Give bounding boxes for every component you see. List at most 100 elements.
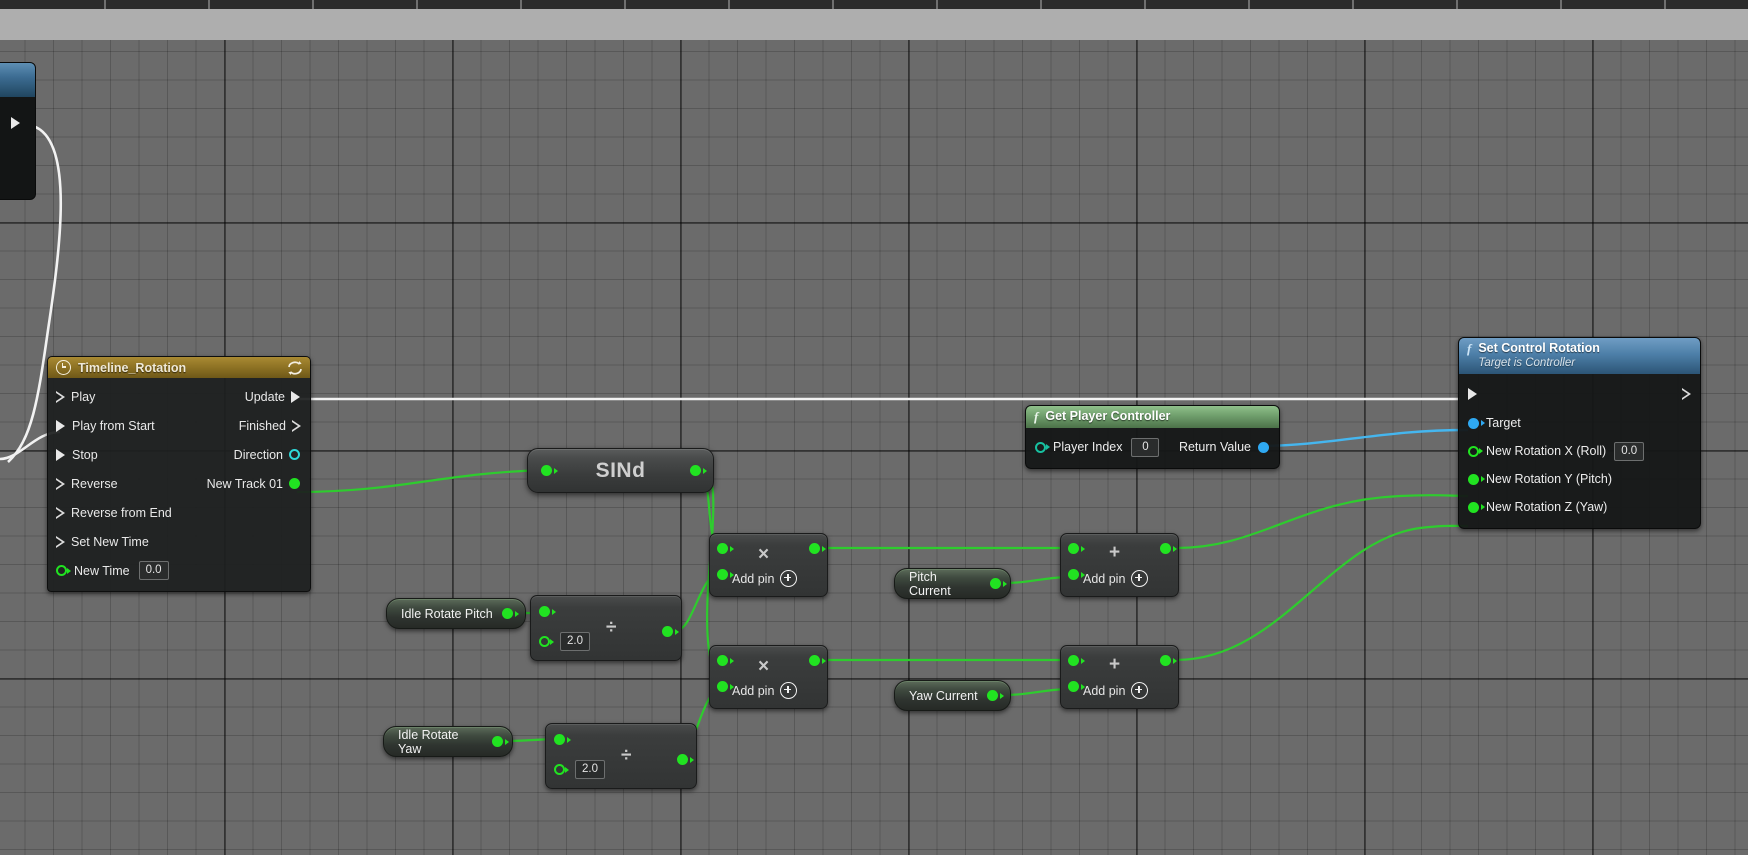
data-out-pin[interactable] [809, 655, 820, 666]
pin-label-target: Target [1486, 416, 1521, 430]
node-divide-pitch[interactable]: ÷ 2.0 [530, 595, 682, 661]
timeline-row-play-from-start[interactable]: Play from Start Finished [48, 411, 310, 440]
add-pin-control[interactable]: Add pin [732, 682, 798, 699]
row-exec[interactable] [1459, 379, 1700, 409]
data-in-pin-b[interactable] [1068, 569, 1079, 580]
data-in-pin-target[interactable] [1468, 417, 1479, 429]
pin-label-reverse-from-end: Reverse from End [71, 505, 172, 520]
data-in-pin-a[interactable] [554, 734, 565, 745]
node-sind[interactable]: SINd [527, 448, 714, 493]
data-out-pin-sind[interactable] [690, 465, 701, 476]
data-out-pin[interactable] [1160, 543, 1171, 554]
data-in-pin-b[interactable] [717, 681, 728, 692]
divide-yaw-value-field[interactable]: 2.0 [575, 760, 605, 779]
exec-in-pin-set-new-time[interactable] [56, 535, 65, 548]
data-in-pin-a[interactable] [1068, 655, 1079, 666]
exec-out-pin-update[interactable] [291, 390, 300, 403]
timeline-row-play[interactable]: Play Update [48, 382, 310, 411]
data-out-pin-new-track-01[interactable] [289, 478, 300, 489]
multiply-operator-icon: × [758, 656, 770, 677]
data-out-pin[interactable] [501, 608, 513, 619]
data-out-pin[interactable] [1160, 655, 1171, 666]
timeline-row-new-time[interactable]: New Time 0.0 [48, 556, 310, 585]
data-in-pin-new-rotation-y[interactable] [1468, 473, 1479, 485]
data-in-pin-b[interactable] [1068, 681, 1079, 692]
exec-out-pin[interactable] [1682, 388, 1691, 400]
data-out-pin-direction[interactable] [289, 449, 300, 460]
node-var-pitch-current[interactable]: Pitch Current [894, 568, 1011, 599]
offscreen-node-header [0, 63, 35, 97]
row-player-index[interactable]: Player Index 0 Return Value [1026, 433, 1279, 461]
offscreen-event-node[interactable] [0, 62, 36, 200]
data-in-pin-b[interactable] [717, 569, 728, 580]
timeline-row-reverse-from-end[interactable]: Reverse from End [48, 498, 310, 527]
add-pin-control[interactable]: Add pin [732, 570, 798, 587]
timeline-row-stop[interactable]: Stop Direction [48, 440, 310, 469]
set-control-rotation-body: Target New Rotation X (Roll) 0.0 New Rot… [1459, 374, 1700, 528]
new-time-value-field[interactable]: 0.0 [138, 561, 169, 580]
data-in-pin-a[interactable] [539, 606, 550, 617]
divide-pitch-value-field[interactable]: 2.0 [560, 632, 590, 651]
data-out-pin[interactable] [990, 578, 1001, 589]
new-rotation-x-value-field[interactable]: 0.0 [1614, 441, 1645, 461]
node-multiply-yaw[interactable]: × Add pin [709, 645, 828, 709]
pin-label-play: Play [71, 389, 96, 404]
data-in-pin-new-rotation-x[interactable] [1468, 445, 1479, 457]
data-in-pin-a[interactable] [717, 543, 728, 554]
data-in-pin-b[interactable] [554, 764, 565, 775]
row-target[interactable]: Target [1459, 409, 1700, 437]
node-add-yaw[interactable]: + Add pin [1060, 645, 1179, 709]
add-pin-label: Add pin [732, 571, 775, 586]
blueprint-graph-canvas[interactable]: Timeline_Rotation Play Update Play from … [0, 0, 1748, 855]
player-index-value-field[interactable]: 0 [1131, 437, 1160, 457]
plus-circle-icon[interactable] [1131, 682, 1149, 699]
node-multiply-pitch[interactable]: × Add pin [709, 533, 828, 597]
data-in-pin-new-time[interactable] [56, 565, 67, 576]
data-out-pin[interactable] [677, 754, 688, 765]
row-new-rotation-z[interactable]: New Rotation Z (Yaw) [1459, 493, 1700, 521]
plus-circle-icon[interactable] [780, 570, 798, 587]
node-timeline-rotation[interactable]: Timeline_Rotation Play Update Play from … [47, 356, 311, 592]
exec-in-pin-reverse-from-end[interactable] [56, 506, 65, 519]
node-var-idle-rotate-pitch[interactable]: Idle Rotate Pitch [386, 598, 526, 629]
pin-label-play-from-start: Play from Start [72, 418, 155, 433]
exec-out-pin-finished[interactable] [292, 419, 301, 432]
data-out-pin[interactable] [986, 690, 998, 701]
node-set-control-rotation[interactable]: f Set Control Rotation Target is Control… [1458, 337, 1701, 529]
data-in-pin-a[interactable] [1068, 543, 1079, 554]
data-in-pin-sind[interactable] [541, 465, 552, 476]
exec-out-pin[interactable] [11, 117, 20, 129]
data-in-pin-player-index[interactable] [1035, 441, 1046, 453]
node-var-idle-rotate-yaw[interactable]: Idle Rotate Yaw [383, 726, 513, 757]
timeline-row-set-new-time[interactable]: Set New Time [48, 527, 310, 556]
exec-in-pin-play-from-start[interactable] [56, 419, 65, 432]
exec-in-pin-play[interactable] [56, 390, 65, 403]
timeline-row-reverse[interactable]: Reverse New Track 01 [48, 469, 310, 498]
data-out-pin[interactable] [492, 736, 503, 747]
add-pin-control[interactable]: Add pin [1083, 682, 1149, 699]
exec-in-pin[interactable] [1468, 388, 1477, 400]
node-subtitle: Target is Controller [1478, 357, 1576, 369]
add-pin-control[interactable]: Add pin [1083, 570, 1149, 587]
node-get-player-controller[interactable]: f Get Player Controller Player Index 0 R… [1025, 405, 1280, 469]
plus-circle-icon[interactable] [1131, 570, 1149, 587]
exec-in-pin-stop[interactable] [56, 448, 65, 461]
row-new-rotation-y[interactable]: New Rotation Y (Pitch) [1459, 465, 1700, 493]
data-in-pin-b[interactable] [539, 636, 550, 647]
node-var-yaw-current[interactable]: Yaw Current [894, 680, 1011, 711]
data-in-pin-new-rotation-z[interactable] [1468, 501, 1479, 513]
data-out-pin[interactable] [662, 626, 673, 637]
data-in-pin-a[interactable] [717, 655, 728, 666]
node-add-pitch[interactable]: + Add pin [1060, 533, 1179, 597]
get-player-controller-header: f Get Player Controller [1026, 406, 1279, 428]
exec-in-pin-reverse[interactable] [56, 477, 65, 490]
data-out-pin-return-value[interactable] [1258, 441, 1269, 453]
plus-circle-icon[interactable] [780, 682, 798, 699]
variable-label: Yaw Current [909, 688, 978, 703]
row-new-rotation-x[interactable]: New Rotation X (Roll) 0.0 [1459, 437, 1700, 465]
node-divide-yaw[interactable]: ÷ 2.0 [545, 723, 697, 789]
add-operator-icon: + [1109, 654, 1121, 675]
pin-label-reverse: Reverse [71, 476, 118, 491]
data-out-pin[interactable] [809, 543, 820, 554]
clock-icon [56, 360, 71, 375]
